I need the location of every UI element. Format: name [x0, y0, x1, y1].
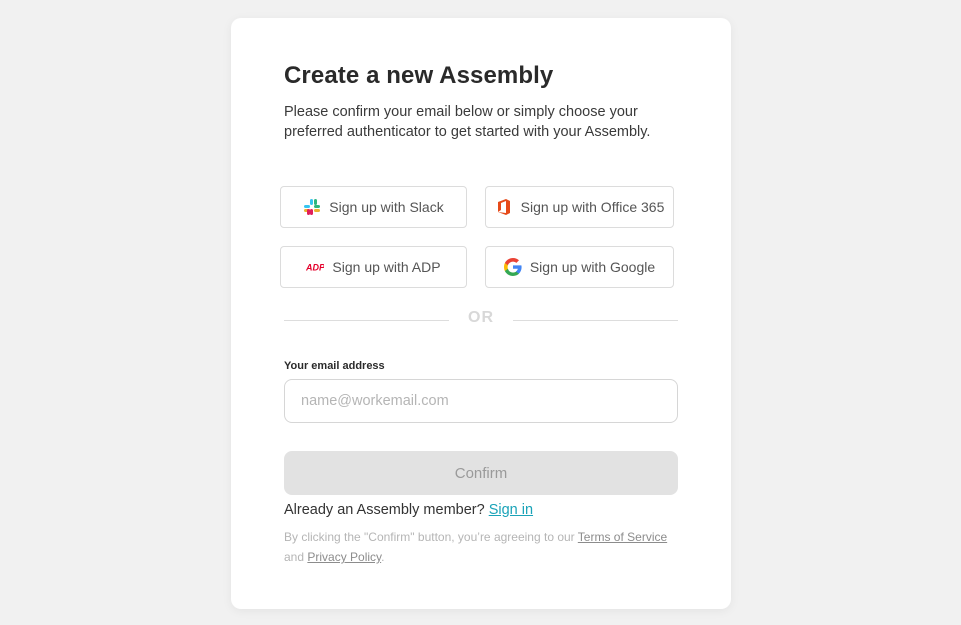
- confirm-button[interactable]: Confirm: [284, 451, 678, 495]
- legal-notice: By clicking the "Confirm" button, you’re…: [284, 527, 684, 567]
- page-subtitle: Please confirm your email below or simpl…: [284, 104, 651, 140]
- adp-icon: ADP: [306, 258, 324, 276]
- sign-in-link[interactable]: Sign in: [489, 502, 533, 518]
- member-prompt: Already an Assembly member? Sign in: [284, 502, 533, 518]
- slack-icon: [303, 198, 321, 216]
- office365-signup-button[interactable]: Sign up with Office 365: [485, 186, 674, 228]
- slack-signup-label: Sign up with Slack: [329, 199, 444, 215]
- legal-suffix: .: [381, 550, 385, 564]
- divider-right: [513, 320, 678, 321]
- divider-left: [284, 320, 449, 321]
- privacy-policy-link[interactable]: Privacy Policy: [307, 550, 381, 564]
- adp-signup-button[interactable]: ADP Sign up with ADP: [280, 246, 467, 288]
- legal-prefix: By clicking the "Confirm" button, you’re…: [284, 530, 578, 544]
- email-field[interactable]: [284, 379, 678, 423]
- google-signup-label: Sign up with Google: [529, 259, 656, 275]
- google-icon: [503, 258, 522, 276]
- or-divider-label: OR: [468, 309, 494, 326]
- adp-signup-label: Sign up with ADP: [332, 259, 441, 275]
- svg-text:ADP: ADP: [306, 263, 324, 273]
- slack-signup-button[interactable]: Sign up with Slack: [280, 186, 467, 228]
- terms-of-service-link[interactable]: Terms of Service: [578, 530, 667, 544]
- legal-middle: and: [284, 550, 308, 564]
- page-title: Create a new Assembly: [284, 62, 554, 89]
- member-prompt-text: Already an Assembly member?: [284, 502, 489, 518]
- google-signup-button[interactable]: Sign up with Google: [485, 246, 674, 288]
- email-field-label: Your email address: [284, 360, 385, 372]
- signup-card: Create a new Assembly Please confirm you…: [231, 18, 731, 609]
- office365-signup-label: Sign up with Office 365: [520, 199, 665, 215]
- office365-icon: [495, 198, 513, 216]
